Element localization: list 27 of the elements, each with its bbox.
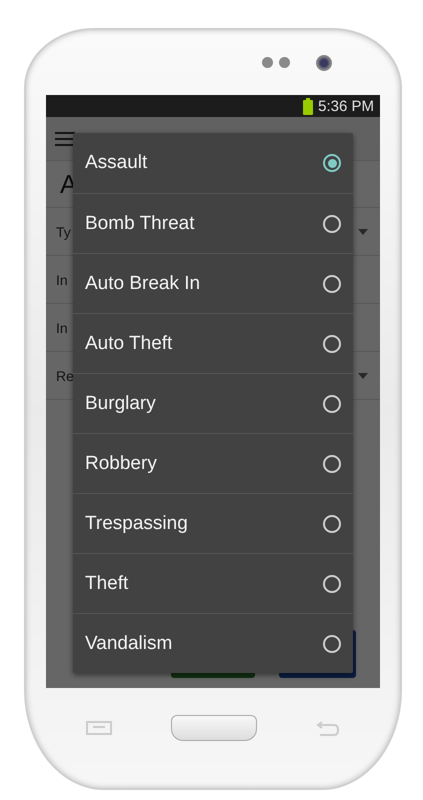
- radio-button[interactable]: [323, 634, 341, 652]
- choice-option[interactable]: Auto Break In: [73, 253, 353, 313]
- field-label: Ty: [56, 224, 71, 240]
- radio-button[interactable]: [323, 274, 341, 292]
- status-time: 5:36 PM: [318, 98, 374, 114]
- camera-icon: [316, 54, 332, 70]
- radio-button[interactable]: [323, 514, 341, 532]
- choice-option[interactable]: Trespassing: [73, 493, 353, 553]
- radio-button[interactable]: [323, 214, 341, 232]
- field-label: In: [56, 272, 68, 288]
- choice-option[interactable]: Theft: [73, 553, 353, 613]
- radio-button[interactable]: [323, 574, 341, 592]
- dropdown-caret-icon[interactable]: [358, 372, 368, 378]
- choice-option[interactable]: Robbery: [73, 433, 353, 493]
- field-label: In: [56, 320, 68, 336]
- choice-option[interactable]: Auto Theft: [73, 313, 353, 373]
- radio-button[interactable]: [323, 454, 341, 472]
- menu-icon[interactable]: [55, 132, 75, 146]
- choice-option[interactable]: Burglary: [73, 373, 353, 433]
- dropdown-caret-icon[interactable]: [358, 228, 368, 234]
- choice-option[interactable]: Bomb Threat: [73, 193, 353, 253]
- radio-button[interactable]: [323, 334, 341, 352]
- field-label: Re: [56, 368, 74, 384]
- radio-button[interactable]: [323, 154, 341, 172]
- radio-button[interactable]: [323, 394, 341, 412]
- battery-icon: [303, 98, 314, 114]
- choice-option[interactable]: Vandalism: [73, 613, 353, 673]
